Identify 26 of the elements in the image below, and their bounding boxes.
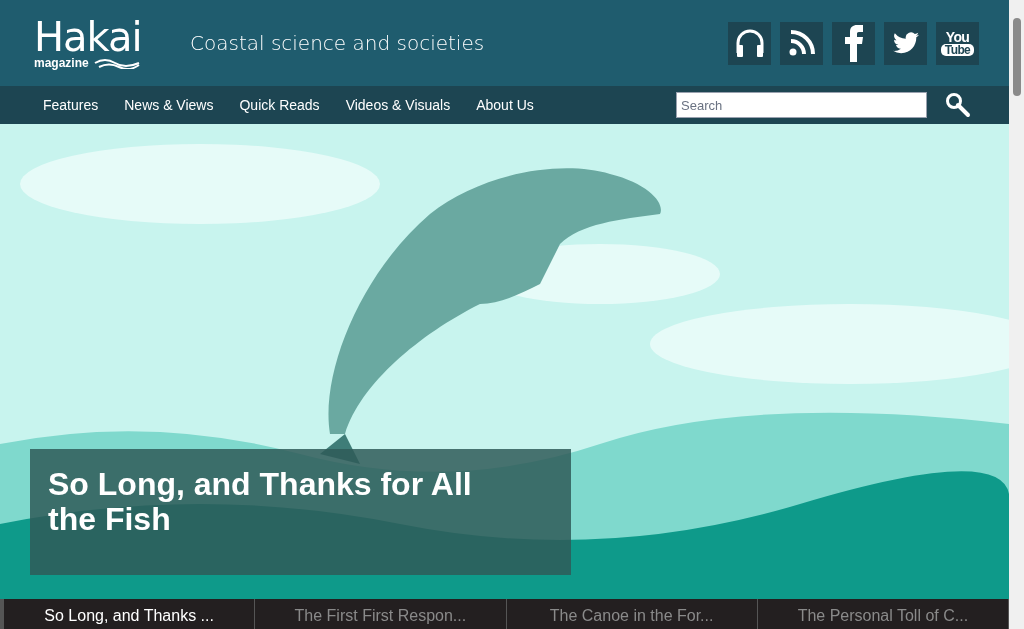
search-icon[interactable] xyxy=(945,92,971,118)
nav-link[interactable]: News & Views xyxy=(111,94,227,116)
logo-text: Tube xyxy=(940,44,975,56)
twitter-icon xyxy=(892,32,919,54)
nav-link[interactable]: Features xyxy=(30,94,112,116)
social-link[interactable] xyxy=(728,21,771,65)
logo-text: You xyxy=(945,30,970,44)
social-link[interactable]: You Tube xyxy=(936,21,979,65)
social-link[interactable] xyxy=(884,21,927,65)
scrollbar[interactable] xyxy=(1009,0,1024,629)
nav-link[interactable]: Quick Reads xyxy=(226,94,333,116)
slide-tab[interactable]: The Canoe in the For... xyxy=(506,599,758,629)
logo-text: Hakai xyxy=(34,17,143,57)
nav-link[interactable]: About Us xyxy=(463,94,547,116)
slide-tab[interactable]: The First First Respon... xyxy=(255,599,507,629)
nav-link[interactable]: Videos & Visuals xyxy=(332,94,464,116)
search-field[interactable]: Search xyxy=(676,92,927,118)
site-logo[interactable]: Hakai magazine xyxy=(34,17,159,69)
rss-icon xyxy=(787,29,816,57)
slide-tab[interactable]: So Long, and Thanks ... xyxy=(4,599,256,629)
facebook-icon xyxy=(843,24,864,62)
hero-title[interactable]: So Long, and Thanks for All the Fish xyxy=(48,467,553,537)
site-tagline: Coastal science and societies xyxy=(190,30,485,57)
logo-subtext: magazine xyxy=(34,57,89,69)
social-link[interactable] xyxy=(780,21,823,65)
social-link[interactable] xyxy=(832,21,875,65)
